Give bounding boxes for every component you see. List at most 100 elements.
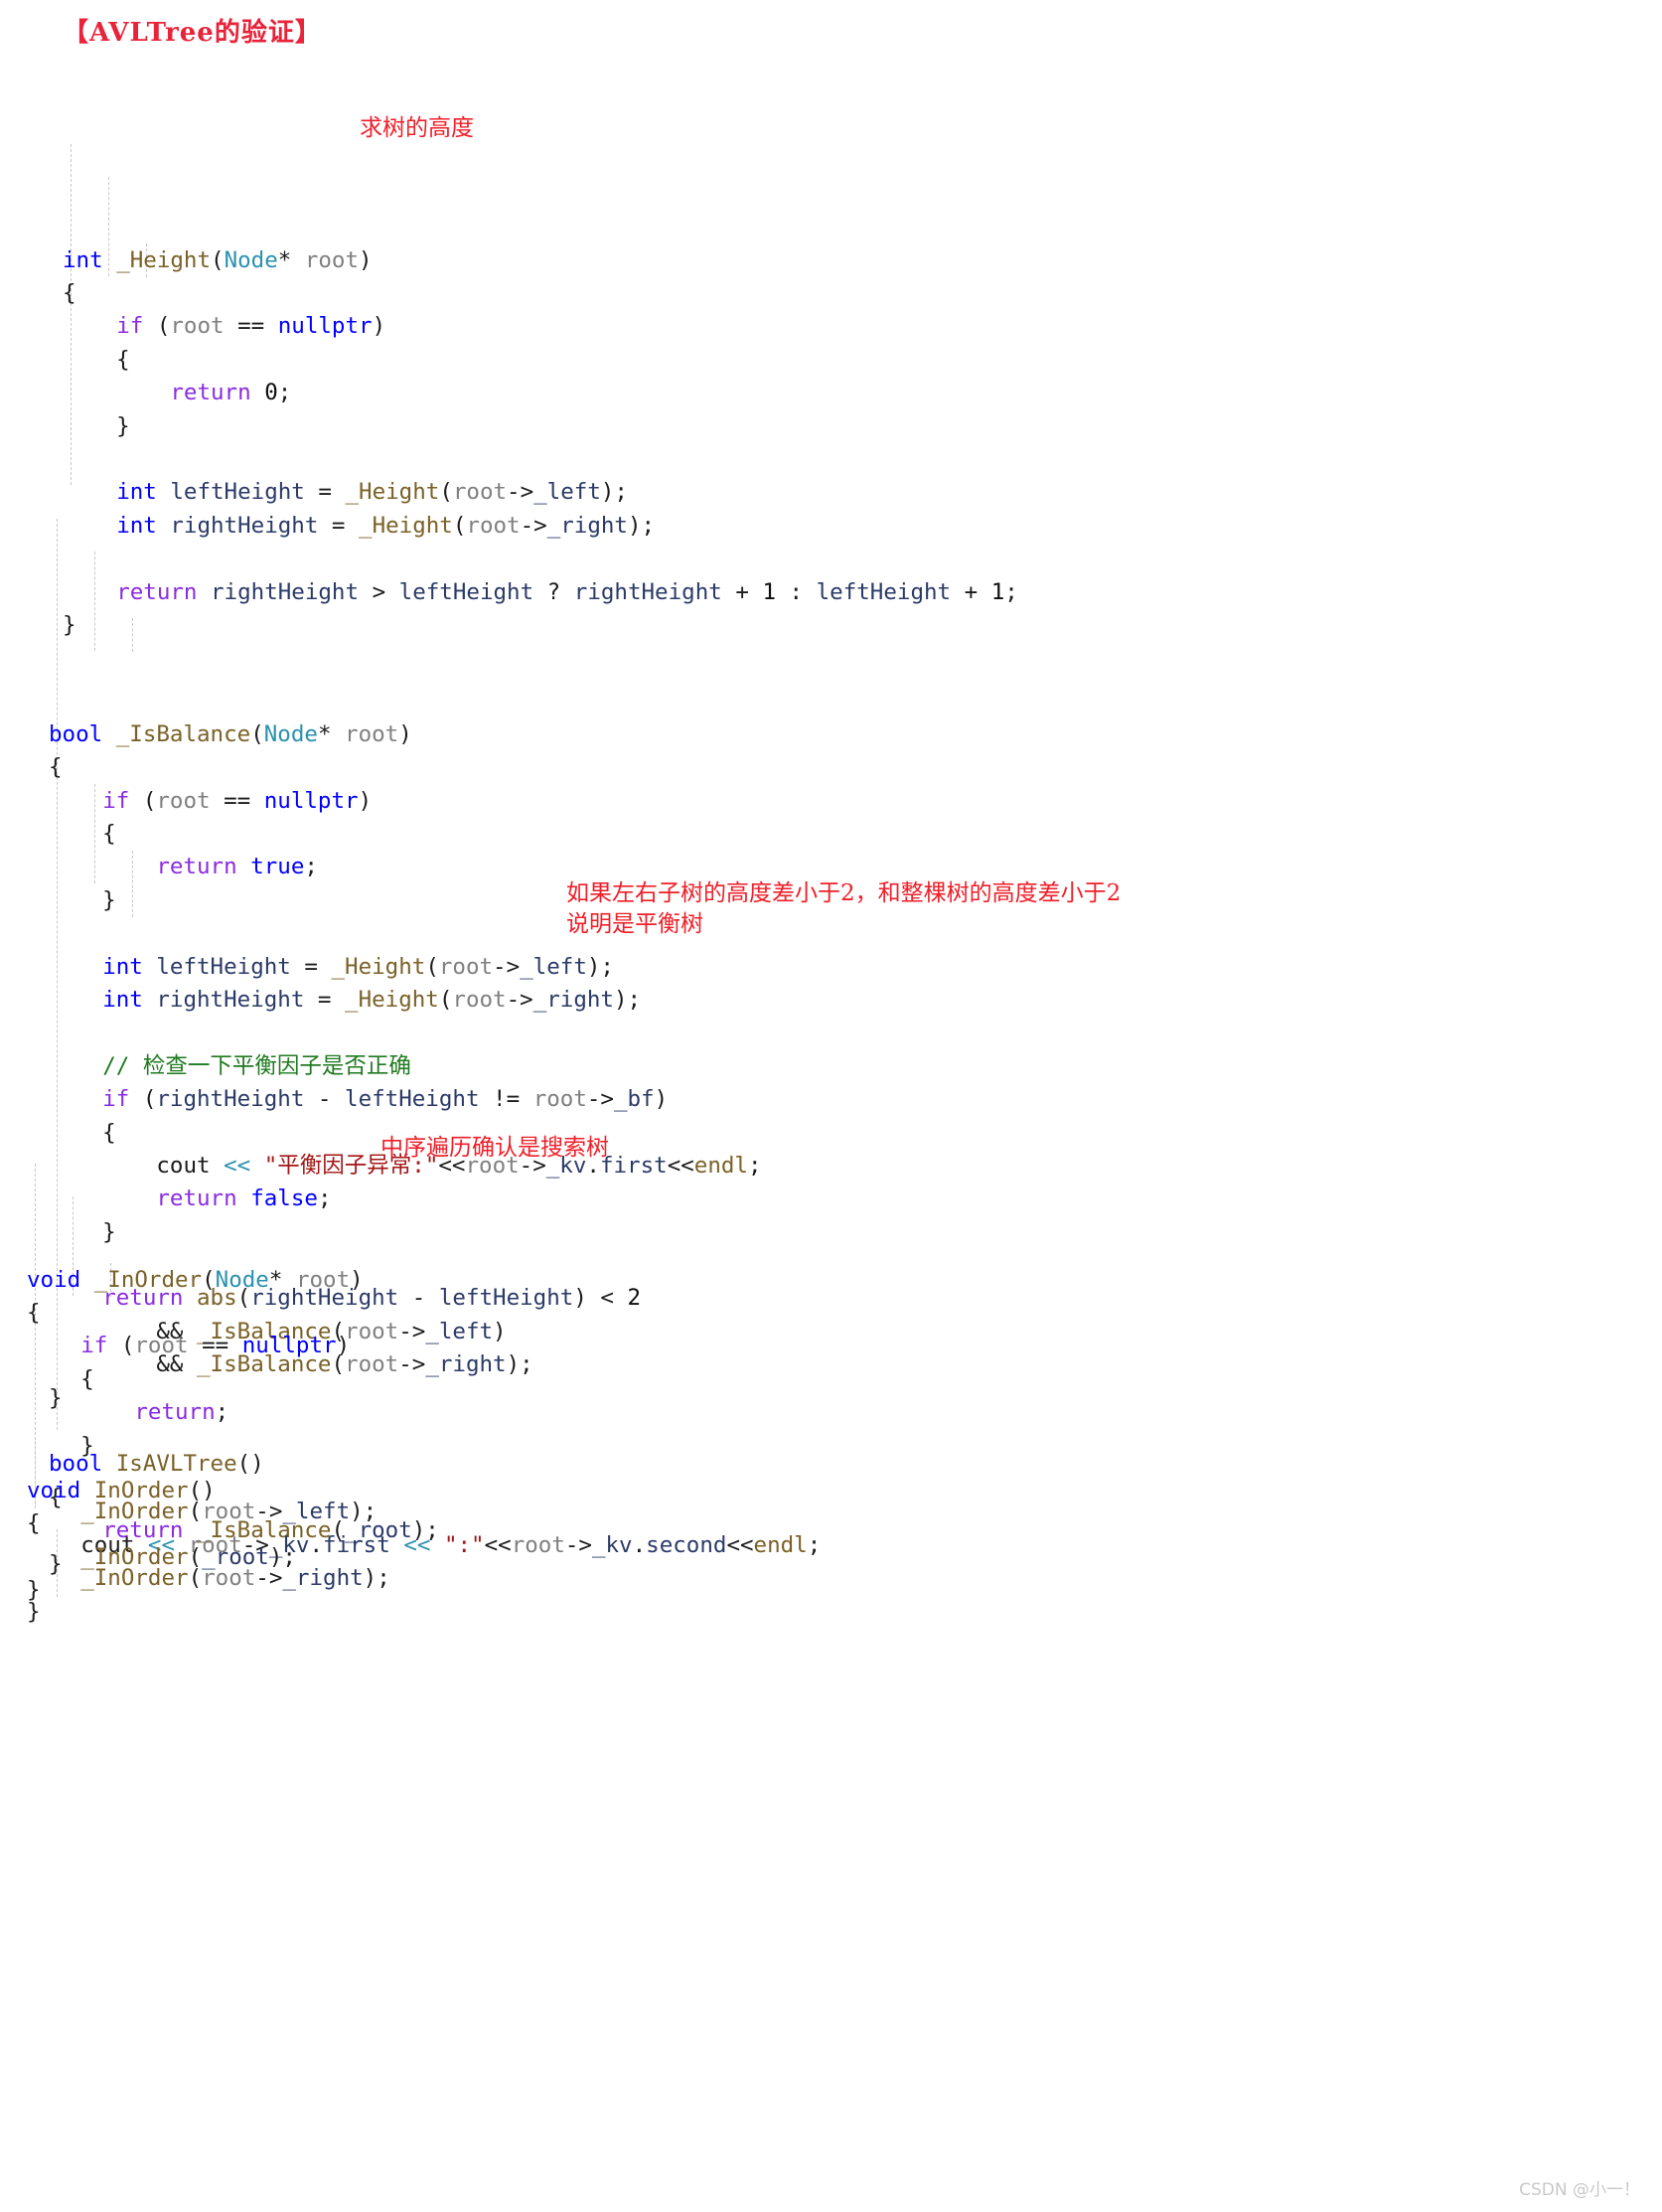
code-token: ( [129, 787, 157, 814]
code-token: ) [358, 787, 373, 814]
code-token: 1 [762, 578, 776, 605]
code-token: Node [263, 720, 318, 747]
code-line: bool _IsBalance(Node* root) [49, 718, 762, 751]
code-token: ( [202, 1266, 216, 1293]
code-token: _left [520, 953, 587, 980]
code-line: void _InOrder(Node* root) [27, 1264, 821, 1297]
code-token: root [438, 953, 494, 980]
code-line: { [27, 1507, 296, 1540]
annotation-height: 求树的高度 [360, 115, 474, 141]
code-token: ) [359, 246, 373, 273]
code-token: * [268, 1266, 296, 1293]
code-token: return [170, 380, 251, 406]
code-line: { [63, 344, 1018, 377]
code-token: { [49, 821, 116, 848]
page-title: 【AVLTree的验证】 [63, 18, 322, 48]
code-token: _right [532, 986, 614, 1013]
code-token: ) [350, 1266, 364, 1293]
code-token: root [295, 1266, 351, 1293]
code-line: void InOrder() [27, 1475, 296, 1507]
code-token: -> [506, 986, 533, 1013]
code-line: int rightHeight = _Height(root->_right); [49, 984, 762, 1017]
code-token: 0 [264, 380, 278, 406]
code-token: if [102, 1086, 130, 1113]
code-token: if [116, 313, 144, 340]
code-line: { [27, 1363, 821, 1396]
code-line: // 检查一下平衡因子是否正确 [49, 1050, 762, 1083]
code-line: if (rightHeight - leftHeight != root->_b… [49, 1083, 762, 1116]
code-token: _kv [591, 1531, 633, 1558]
code-token: root [134, 1333, 189, 1359]
code-token: ( [425, 953, 439, 980]
code-token: ; [277, 380, 292, 406]
code-token: ) [398, 720, 412, 747]
code-token: = [290, 953, 332, 980]
code-line: if (root == nullptr) [49, 785, 762, 818]
code-token: root [345, 720, 399, 747]
code-token: _InOrder [80, 1543, 189, 1570]
code-token: ); [268, 1543, 296, 1570]
code-token: () [188, 1477, 216, 1503]
code-token: ( [438, 986, 453, 1013]
annotation-balance: 如果左右子树的高度差小于2，和整棵树的高度差小于2 说明是平衡树 [566, 880, 1122, 937]
code-token: if [80, 1333, 108, 1359]
code-token: rightHeight [156, 986, 305, 1013]
code-token: ( [211, 246, 225, 273]
code-token: ); [350, 1499, 378, 1525]
code-token: << [484, 1531, 512, 1558]
code-token: root [304, 246, 360, 273]
code-line: } [63, 410, 1018, 443]
code-token: _root [202, 1543, 269, 1570]
code-token: - [304, 1086, 346, 1113]
code-token: ); [586, 953, 614, 980]
code-token: { [27, 1365, 94, 1392]
code-token: == [210, 787, 264, 814]
code-token: Node [224, 246, 278, 273]
code-line: if (root == nullptr) [63, 310, 1018, 343]
code-token: _InOrder [93, 1266, 203, 1293]
code-line: int _Height(Node* root) [63, 244, 1018, 277]
code-token: root [452, 986, 507, 1013]
code-token: } [49, 886, 116, 913]
code-token: ); [613, 986, 642, 1013]
code-token: Node [215, 1266, 269, 1293]
code-token: -> [586, 1086, 614, 1113]
code-line: if (root == nullptr) [27, 1330, 821, 1362]
code-token: ) [336, 1333, 351, 1359]
code-token: ; [304, 854, 318, 880]
code-token: _bf [613, 1086, 655, 1113]
code-token: . [632, 1531, 647, 1558]
code-token: int [102, 953, 143, 980]
code-token: int [63, 246, 103, 273]
code-token: root [532, 1086, 587, 1113]
code-token: -> [564, 1531, 592, 1558]
code-token: { [49, 754, 63, 781]
code-token: * [277, 246, 305, 273]
code-token: leftHeight [345, 1086, 480, 1113]
code-token: rightHeight [156, 1086, 305, 1113]
code-token: + [951, 578, 991, 605]
code-token: ; [807, 1531, 822, 1558]
code-token: ( [250, 720, 264, 747]
code-token: root [511, 1531, 565, 1558]
code-token: } [63, 412, 130, 439]
code-line: int leftHeight = _Height(root->_left); [49, 951, 762, 984]
code-token: if [102, 787, 130, 814]
code-token: InOrder [93, 1477, 189, 1503]
code-token: ( [129, 1086, 157, 1113]
code-token: ( [107, 1333, 135, 1359]
code-token: void [27, 1477, 81, 1503]
